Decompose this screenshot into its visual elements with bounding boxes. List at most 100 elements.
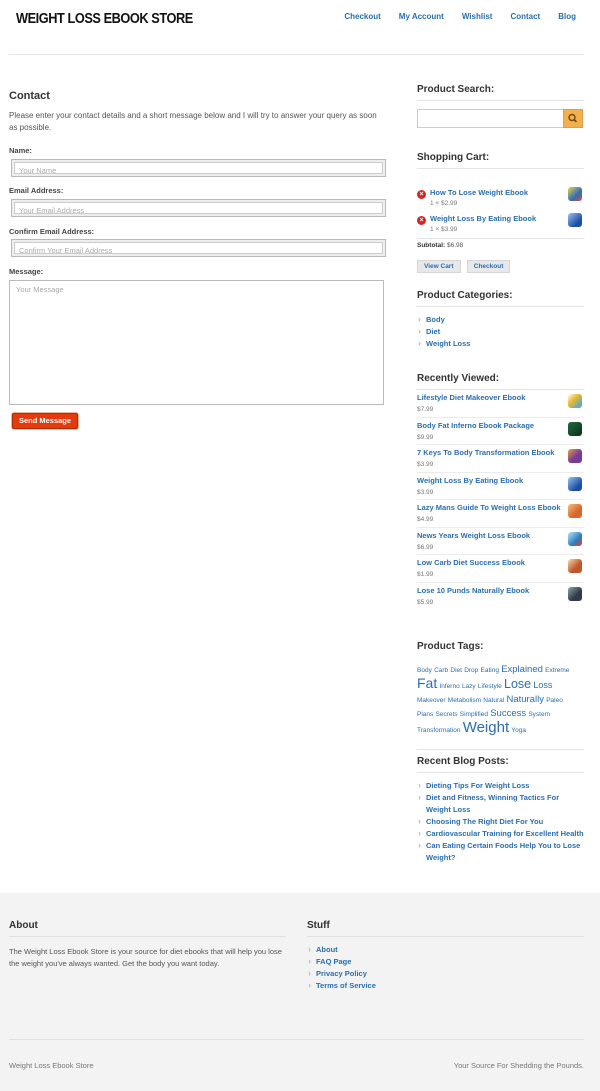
cart-item-title[interactable]: Weight Loss By Eating Ebook (430, 214, 536, 223)
product-categories-widget: Product Categories: Body Diet Weight Los… (417, 290, 584, 351)
recent-item: Weight Loss By Eating Ebook $3.99 (417, 473, 584, 500)
footer-divider (307, 936, 584, 937)
footer-tagline: Your Source For Shedding the Pounds. (453, 1061, 584, 1070)
tag-link[interactable]: Fat (417, 675, 437, 691)
blog-post-link[interactable]: Cardiovascular Training for Excellent He… (417, 827, 584, 840)
confirm-email-field[interactable]: Confirm Your Email Address (11, 239, 386, 257)
tag-link[interactable]: Success (490, 708, 526, 719)
nav-contact[interactable]: Contact (510, 12, 540, 21)
tag-link[interactable]: Body (417, 667, 432, 674)
recent-item-title[interactable]: Lazy Mans Guide To Weight Loss Ebook (417, 503, 561, 512)
email-field[interactable]: Your Email Address (11, 199, 386, 217)
tag-link[interactable]: Transformation (417, 727, 460, 734)
remove-item-icon[interactable]: × (417, 216, 426, 225)
nav-checkout[interactable]: Checkout (344, 12, 380, 21)
send-message-button[interactable]: Send Message (12, 413, 78, 429)
footer-links: About FAQ Page Privacy Policy Terms of S… (307, 944, 507, 993)
footer-copyright: Weight Loss Ebook Store (9, 1061, 94, 1070)
category-diet[interactable]: Diet (417, 326, 584, 339)
ebook-cover-thumbnail[interactable] (568, 559, 582, 573)
tag-link[interactable]: Carb (434, 667, 448, 674)
message-label: Message: (9, 267, 44, 276)
ebook-cover-thumbnail[interactable] (568, 531, 582, 546)
message-textarea[interactable]: Your Message (9, 280, 384, 405)
blog-post-link[interactable]: Choosing The Right Diet For You (417, 815, 584, 828)
tag-link[interactable]: Weight (463, 719, 509, 736)
footer-link-privacy[interactable]: Privacy Policy (307, 968, 507, 981)
site-logo-text: WEIGHT LOSS EBOOK STORE (16, 11, 193, 27)
ebook-cover-thumbnail[interactable] (568, 504, 582, 518)
tag-link[interactable]: Secrets (436, 711, 458, 718)
recent-item-price: $1.99 (417, 571, 434, 578)
cart-item: × How To Lose Weight Ebook 1 × $2.99 (417, 187, 584, 213)
ebook-cover-thumbnail[interactable] (568, 449, 582, 463)
recent-item: Low Carb Diet Success Ebook $1.99 (417, 555, 584, 583)
ebook-cover-thumbnail[interactable] (568, 213, 582, 227)
footer-link-terms[interactable]: Terms of Service (307, 980, 507, 993)
tag-link[interactable]: Naturally (506, 694, 544, 705)
site-logo[interactable]: WEIGHT LOSS EBOOK STORE (8, 4, 193, 32)
tag-link[interactable]: Metabolism (448, 697, 481, 704)
cart-buttons: View Cart Checkout (417, 260, 584, 273)
ebook-cover-thumbnail[interactable] (568, 187, 582, 201)
tag-link[interactable]: Simplified (460, 711, 488, 718)
tag-link[interactable]: Eating (481, 667, 499, 674)
tag-link[interactable]: Lifestyle (478, 683, 502, 690)
category-weight-loss[interactable]: Weight Loss (417, 338, 584, 351)
main-nav: Checkout My Account Wishlist Contact Blo… (326, 12, 576, 21)
tag-link[interactable]: Makeover (417, 697, 446, 704)
recent-item: Lose 10 Punds Naturally Ebook $5.99 (417, 583, 584, 611)
blog-post-link[interactable]: Diet and Fitness, Winning Tactics For We… (417, 791, 584, 816)
footer-stuff-title: Stuff (307, 920, 330, 931)
email-placeholder: Your Email Address (14, 202, 383, 215)
category-body[interactable]: Body (417, 314, 584, 327)
tag-link[interactable]: Inferno (439, 683, 459, 690)
tag-link[interactable]: Paleo (546, 697, 563, 704)
ebook-cover-thumbnail[interactable] (568, 586, 582, 601)
recent-item-title[interactable]: News Years Weight Loss Ebook (417, 531, 530, 540)
view-cart-button[interactable]: View Cart (417, 260, 461, 273)
recent-item-title[interactable]: Lose 10 Punds Naturally Ebook (417, 586, 529, 595)
checkout-button[interactable]: Checkout (466, 260, 511, 273)
recent-item-price: $3.99 (417, 488, 434, 496)
footer-link-faq[interactable]: FAQ Page (307, 956, 507, 969)
product-tags-title: Product Tags: (417, 641, 484, 652)
recent-item-title[interactable]: 7 Keys To Body Transformation Ebook (417, 448, 554, 457)
remove-item-icon[interactable]: × (417, 190, 426, 199)
tag-link[interactable]: Extreme (545, 667, 569, 674)
recent-item-price: $7.99 (417, 406, 434, 413)
nav-wishlist[interactable]: Wishlist (462, 12, 493, 21)
product-search-input[interactable] (417, 109, 583, 128)
recent-item-title[interactable]: Lifestyle Diet Makeover Ebook (417, 393, 525, 402)
search-button[interactable] (563, 109, 583, 128)
tag-link[interactable]: Natural (483, 697, 504, 704)
footer-link-about[interactable]: About (307, 944, 507, 957)
ebook-cover-thumbnail[interactable] (568, 476, 582, 491)
tag-link[interactable]: Lazy (462, 683, 476, 690)
tag-link[interactable]: Loss (533, 680, 552, 690)
tag-link[interactable]: Plans (417, 711, 433, 718)
subtotal-label: Subtotal: (417, 242, 446, 249)
recent-blog-posts-widget: Recent Blog Posts: Dieting Tips For Weig… (417, 749, 584, 864)
recent-item: Lifestyle Diet Makeover Ebook $7.99 (417, 390, 584, 418)
footer: About The Weight Loss Ebook Store is you… (0, 893, 600, 1091)
nav-my-account[interactable]: My Account (399, 12, 444, 21)
tag-link[interactable]: Drop (464, 667, 478, 674)
nav-blog[interactable]: Blog (558, 12, 576, 21)
recent-item-title[interactable]: Weight Loss By Eating Ebook (417, 476, 523, 485)
recent-item-title[interactable]: Low Carb Diet Success Ebook (417, 558, 525, 567)
ebook-cover-thumbnail[interactable] (568, 394, 582, 408)
tag-link[interactable]: Explained (501, 664, 543, 675)
blog-post-link[interactable]: Dieting Tips For Weight Loss (417, 779, 584, 792)
tag-link[interactable]: Lose (504, 677, 531, 691)
blog-post-link[interactable]: Can Eating Certain Foods Help You to Los… (417, 839, 584, 864)
tag-link[interactable]: System (528, 711, 550, 718)
message-placeholder: Your Message (16, 285, 64, 294)
name-field[interactable]: Your Name (11, 159, 386, 177)
ebook-cover-thumbnail[interactable] (568, 421, 582, 436)
name-placeholder: Your Name (14, 162, 383, 175)
recent-item-title[interactable]: Body Fat Inferno Ebook Package (417, 421, 534, 430)
tag-link[interactable]: Yoga (511, 727, 526, 734)
cart-item-title[interactable]: How To Lose Weight Ebook (430, 188, 528, 197)
tag-link[interactable]: Diet (450, 667, 462, 674)
